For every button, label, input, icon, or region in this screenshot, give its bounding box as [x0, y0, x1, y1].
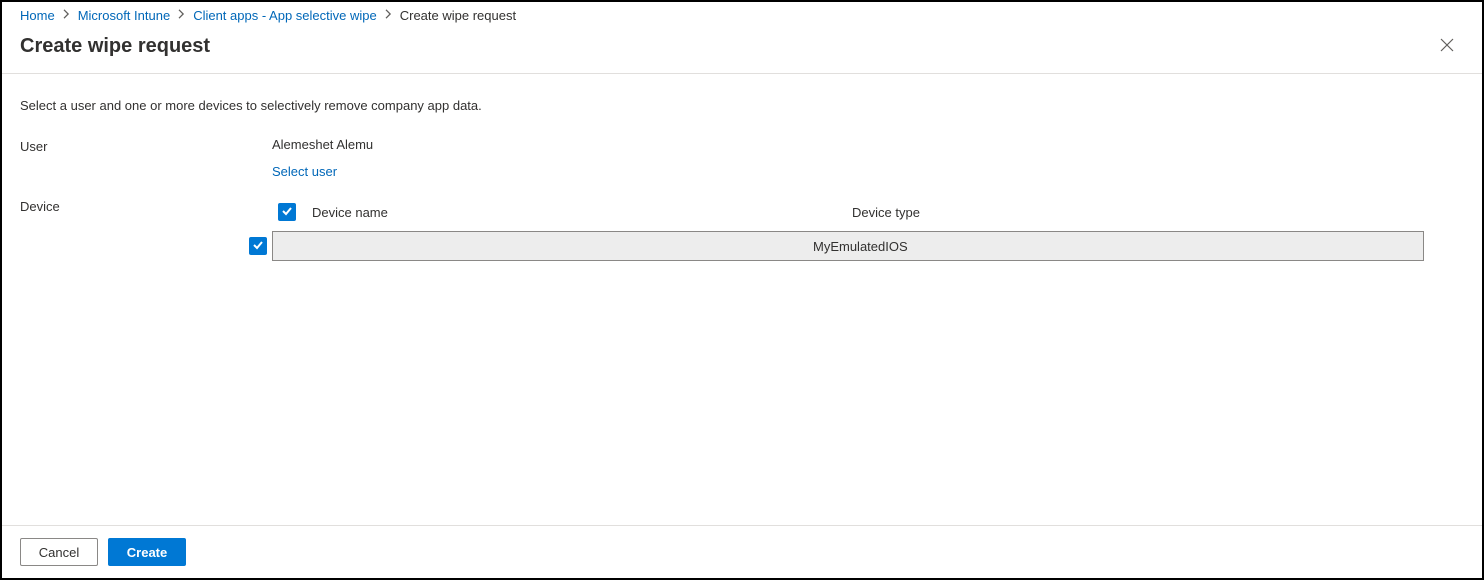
chevron-right-icon: [63, 9, 70, 22]
breadcrumb-intune[interactable]: Microsoft Intune: [78, 8, 171, 23]
select-user-link[interactable]: Select user: [272, 164, 1464, 179]
breadcrumb-client-apps[interactable]: Client apps - App selective wipe: [193, 8, 377, 23]
device-table: Device name Device type: [272, 199, 1464, 261]
breadcrumb-home[interactable]: Home: [20, 8, 55, 23]
column-header-name[interactable]: Device name: [312, 205, 852, 220]
create-button[interactable]: Create: [108, 538, 186, 566]
column-header-type[interactable]: Device type: [852, 205, 1464, 220]
check-icon: [252, 239, 264, 254]
chevron-right-icon: [385, 9, 392, 22]
select-all-checkbox[interactable]: [278, 203, 296, 221]
body-area: Select a user and one or more devices to…: [2, 74, 1482, 525]
table-header-row: Device name Device type: [272, 199, 1464, 231]
breadcrumb: Home Microsoft Intune Client apps - App …: [2, 2, 1482, 29]
check-icon: [281, 205, 293, 220]
cancel-button[interactable]: Cancel: [20, 538, 98, 566]
table-row[interactable]: MyEmulatedIOS: [244, 231, 1464, 261]
instruction-text: Select a user and one or more devices to…: [20, 98, 1464, 113]
chevron-right-icon: [178, 9, 185, 22]
page-title: Create wipe request: [20, 35, 210, 58]
row-checkbox[interactable]: [249, 237, 267, 255]
device-row: Device Device name Device typ: [20, 197, 1464, 261]
user-label: User: [20, 137, 272, 154]
user-value: Alemeshet Alemu: [272, 137, 1464, 152]
device-label: Device: [20, 197, 272, 214]
breadcrumb-current: Create wipe request: [400, 8, 516, 23]
user-row: User Alemeshet Alemu Select user: [20, 137, 1464, 179]
footer: Cancel Create: [2, 525, 1482, 578]
row-device-type: MyEmulatedIOS: [813, 239, 1423, 254]
close-icon: [1440, 38, 1454, 55]
page-header: Create wipe request: [2, 29, 1482, 74]
close-button[interactable]: [1434, 33, 1460, 59]
